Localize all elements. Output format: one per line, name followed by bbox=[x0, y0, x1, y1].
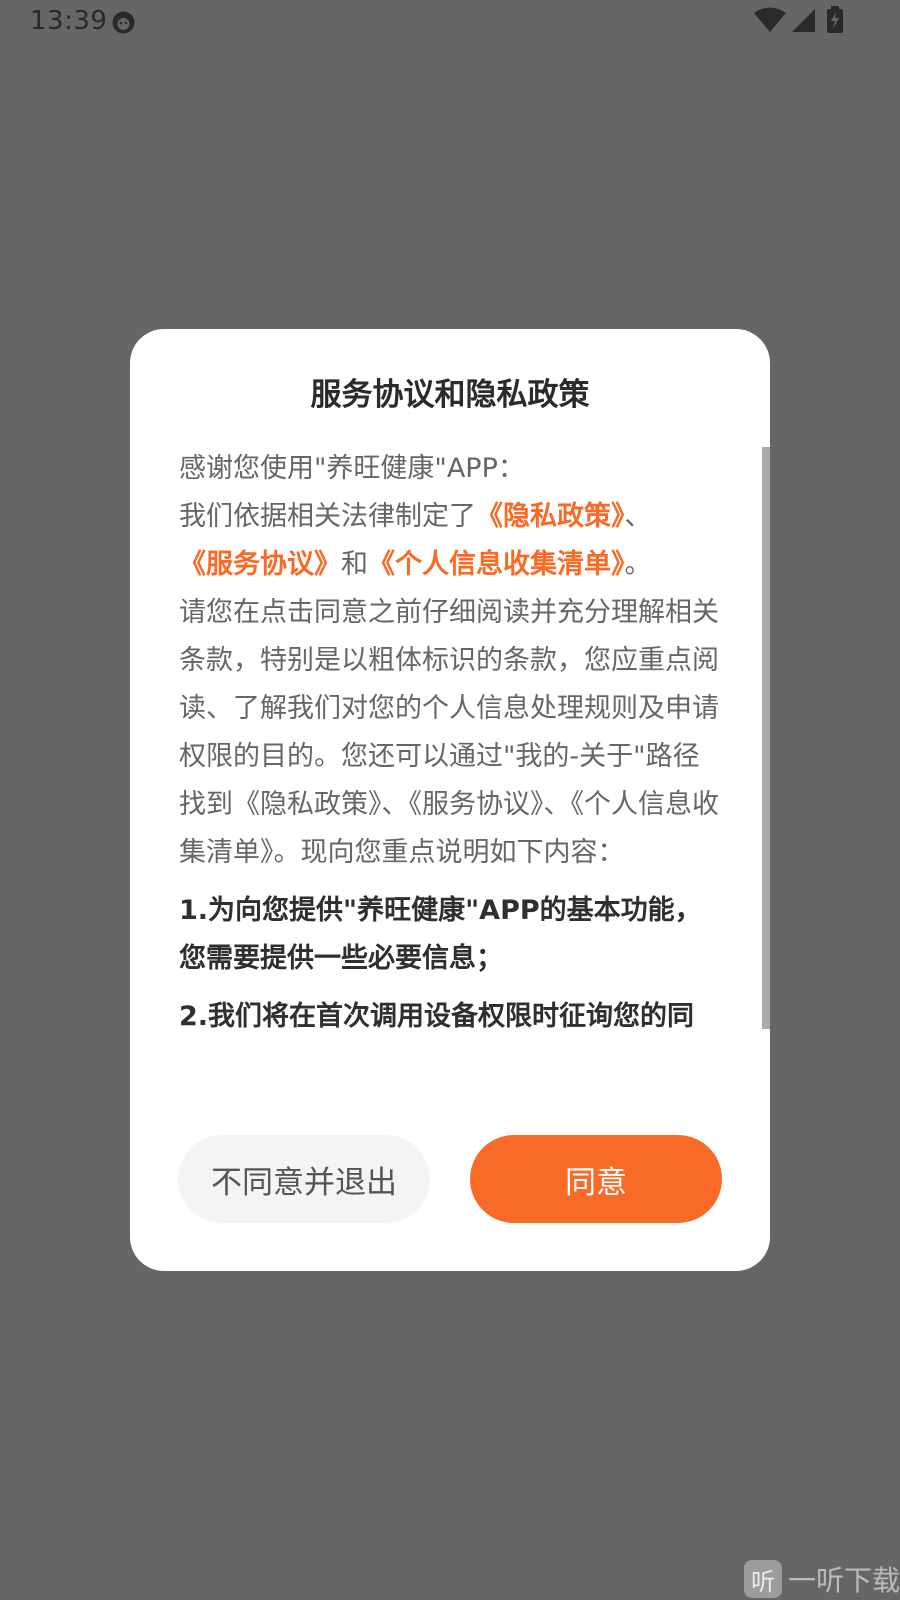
intro-text: 感谢您使用"养旺健康"APP： 我们依据相关法律制定了《隐私政策》、《服务协议》和… bbox=[179, 445, 724, 877]
dialog-title: 服务协议和隐私政策 bbox=[310, 377, 590, 413]
service-agreement-link[interactable]: 《服务协议》 bbox=[179, 549, 341, 580]
intro-separator: 、 bbox=[624, 501, 652, 532]
intro-period: 。 bbox=[624, 549, 652, 580]
key-point-2: 2.我们将在首次调用设备权限时征询您的同 bbox=[179, 1001, 695, 1032]
watermark-text: 一听下载 bbox=[787, 1564, 900, 1597]
cell-signal-icon bbox=[792, 9, 815, 32]
intro-body: 请您在点击同意之前仔细阅读并充分理解相关条款，特别是以粗体标识的条款，您应重点阅… bbox=[179, 597, 719, 868]
watermark-badge: 听 bbox=[743, 1560, 782, 1598]
status-time: 13:39 bbox=[30, 6, 108, 36]
dialog-content[interactable]: 感谢您使用"养旺健康"APP： 我们依据相关法律制定了《隐私政策》、《服务协议》和… bbox=[179, 445, 724, 1071]
intro-prefix: 我们依据相关法律制定了 bbox=[179, 501, 476, 532]
app-notification-icon bbox=[112, 11, 135, 34]
wifi-icon bbox=[754, 7, 786, 32]
intro-and: 和 bbox=[341, 549, 368, 580]
key-point-1: 1.为向您提供"养旺健康"APP的基本功能，您需要提供一些必要信息； bbox=[179, 895, 702, 974]
intro-greeting: 感谢您使用"养旺健康"APP： bbox=[179, 453, 525, 484]
personal-info-list-link[interactable]: 《个人信息收集清单》 bbox=[368, 549, 625, 580]
battery-charging-icon bbox=[827, 6, 843, 33]
status-bar: 13:39 bbox=[0, 0, 900, 46]
privacy-dialog: 服务协议和隐私政策 感谢您使用"养旺健康"APP： 我们依据相关法律制定了《隐私政… bbox=[130, 329, 770, 1271]
agree-button[interactable]: 同意 bbox=[470, 1135, 722, 1223]
scrollbar-thumb[interactable] bbox=[762, 447, 770, 1029]
status-indicators bbox=[754, 6, 844, 34]
privacy-policy-link[interactable]: 《隐私政策》 bbox=[476, 501, 625, 532]
disagree-exit-button[interactable]: 不同意并退出 bbox=[178, 1135, 430, 1223]
watermark: 听 一听下载 bbox=[743, 1558, 900, 1600]
